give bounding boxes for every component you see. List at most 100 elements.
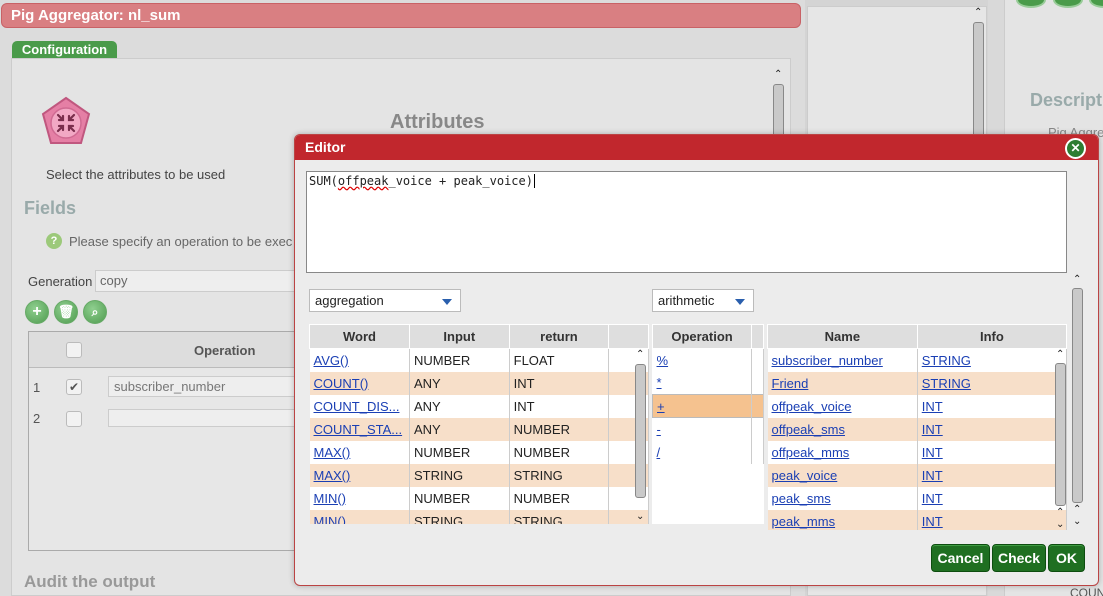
field-cell: subscriber_number	[767, 348, 918, 372]
field-type-link[interactable]: INT	[922, 514, 943, 529]
operation-link[interactable]: +	[657, 399, 665, 414]
function-row[interactable]: MAX() NUMBER NUMBER	[309, 440, 649, 464]
select-all-checkbox[interactable]	[66, 342, 82, 358]
function-cell: INT	[509, 394, 610, 418]
function-word-link[interactable]: COUNT_STA...	[314, 422, 403, 437]
column-header-name[interactable]: Name	[767, 324, 918, 349]
function-row[interactable]: MIN() STRING STRING	[309, 509, 649, 525]
field-name-link[interactable]: offpeak_sms	[772, 422, 845, 437]
field-name-link[interactable]: peak_sms	[772, 491, 831, 506]
function-input-type: ANY	[413, 398, 441, 414]
column-header-word[interactable]: Word	[309, 324, 410, 349]
operation-row[interactable]: *	[652, 371, 764, 395]
field-row[interactable]: peak_mms INT	[767, 509, 1067, 530]
field-row[interactable]: subscriber_number STRING	[767, 348, 1067, 372]
row-checkbox[interactable]	[66, 411, 82, 427]
function-row[interactable]: AVG() NUMBER FLOAT	[309, 348, 649, 372]
field-row[interactable]: offpeak_mms INT	[767, 440, 1067, 464]
field-name-link[interactable]: subscriber_number	[772, 353, 883, 368]
generation-select[interactable]: copy	[95, 270, 300, 292]
operation-link[interactable]: -	[657, 422, 661, 437]
function-row[interactable]: MIN() NUMBER NUMBER	[309, 486, 649, 510]
function-word-link[interactable]: AVG()	[314, 353, 349, 368]
column-header-operation[interactable]: Operation	[652, 324, 753, 349]
field-name-link[interactable]: peak_mms	[772, 514, 836, 529]
description-heading: Descript	[1030, 90, 1103, 110]
functions-scrollbar[interactable]: ⌃ ⌄	[634, 350, 648, 524]
field-type-link[interactable]: STRING	[922, 353, 971, 368]
column-header-info[interactable]: Info	[916, 324, 1067, 349]
operation-cell-spacer	[751, 440, 764, 464]
row-operation-input[interactable]: subscriber_number	[108, 376, 298, 397]
field-row[interactable]: peak_voice INT	[767, 463, 1067, 487]
operation-link[interactable]: %	[657, 353, 669, 368]
function-cell: NUMBER	[409, 486, 510, 510]
search-icon[interactable]: ⌕	[83, 300, 107, 324]
delete-icon[interactable]: 🗑	[54, 300, 78, 324]
dropdown-arrow-icon	[735, 299, 745, 305]
middle-scrollbar[interactable]: ⌃	[972, 8, 986, 148]
check-button[interactable]: Check	[992, 544, 1046, 572]
field-type-link[interactable]: INT	[922, 468, 943, 483]
expression-editor[interactable]: SUM(offpeak_voice + peak_voice)	[306, 171, 1067, 273]
field-type-link[interactable]: INT	[922, 445, 943, 460]
function-word-link[interactable]: MIN()	[314, 491, 347, 506]
cancel-button[interactable]: Cancel	[931, 544, 990, 572]
function-row[interactable]: COUNT_DIS... ANY INT	[309, 394, 649, 418]
field-name-link[interactable]: offpeak_mms	[772, 445, 850, 460]
audit-heading: Audit the output	[24, 572, 156, 591]
field-name-link[interactable]: Friend	[772, 376, 809, 391]
field-row[interactable]: offpeak_voice INT	[767, 394, 1067, 418]
column-header-return[interactable]: return	[508, 324, 610, 349]
field-row[interactable]: Friend STRING	[767, 371, 1067, 395]
field-type-link[interactable]: INT	[922, 399, 943, 414]
fields-scrollbar[interactable]: ⌃ ⌃ ⌄	[1054, 350, 1068, 530]
function-input-type: ANY	[413, 421, 441, 437]
operation-row[interactable]: +	[652, 394, 764, 418]
column-header-input[interactable]: Input	[408, 324, 510, 349]
field-name-link[interactable]: peak_voice	[772, 468, 838, 483]
operation-row[interactable]: /	[652, 440, 764, 464]
operation-column-header: Operation	[194, 343, 256, 358]
operation-link[interactable]: /	[657, 445, 661, 460]
operation-cell: %	[652, 348, 753, 372]
function-category-value: aggregation	[315, 293, 384, 308]
field-cell: STRING	[917, 371, 1067, 395]
specify-operation-hint: Please specify an operation to be exec	[69, 234, 293, 249]
function-row[interactable]: COUNT() ANY INT	[309, 371, 649, 395]
editor-scrollbar[interactable]: ⌃ ⌃ ⌄	[1071, 275, 1085, 530]
operation-link[interactable]: *	[657, 375, 662, 390]
function-row[interactable]: MAX() STRING STRING	[309, 463, 649, 487]
tab-configuration[interactable]: Configuration	[12, 41, 117, 59]
function-word-link[interactable]: MAX()	[314, 468, 351, 483]
add-icon[interactable]: +	[25, 300, 49, 324]
description-footer: COUNT	[1070, 586, 1103, 596]
field-type-link[interactable]: STRING	[922, 376, 971, 391]
function-cell: COUNT_DIS...	[309, 394, 410, 418]
ok-button[interactable]: OK	[1048, 544, 1085, 572]
function-word-link[interactable]: MIN()	[314, 514, 347, 525]
main-scrollbar[interactable]: ⌃	[772, 70, 786, 140]
function-row[interactable]: COUNT_STA... ANY NUMBER	[309, 417, 649, 441]
row-checkbox[interactable]: ✔	[66, 379, 82, 395]
function-category-select[interactable]: aggregation	[309, 289, 461, 312]
operator-category-value: arithmetic	[658, 293, 715, 308]
operation-row[interactable]: -	[652, 417, 764, 441]
function-word-link[interactable]: COUNT()	[314, 376, 369, 391]
node-shrink-icon	[41, 96, 91, 144]
field-name-link[interactable]: offpeak_voice	[772, 399, 852, 414]
function-input-type: STRING	[413, 467, 464, 483]
field-type-link[interactable]: INT	[922, 491, 943, 506]
operator-category-select[interactable]: arithmetic	[652, 289, 754, 312]
operation-row[interactable]: %	[652, 348, 764, 372]
field-row[interactable]: peak_sms INT	[767, 486, 1067, 510]
function-cell: MAX()	[309, 440, 410, 464]
field-cell: INT	[917, 463, 1067, 487]
row-operation-input[interactable]	[108, 409, 298, 427]
field-type-link[interactable]: INT	[922, 422, 943, 437]
field-row[interactable]: offpeak_sms INT	[767, 417, 1067, 441]
close-icon[interactable]: ✕	[1065, 138, 1086, 159]
function-word-link[interactable]: COUNT_DIS...	[314, 399, 400, 414]
function-word-link[interactable]: MAX()	[314, 445, 351, 460]
editor-title: Editor	[295, 135, 1098, 160]
